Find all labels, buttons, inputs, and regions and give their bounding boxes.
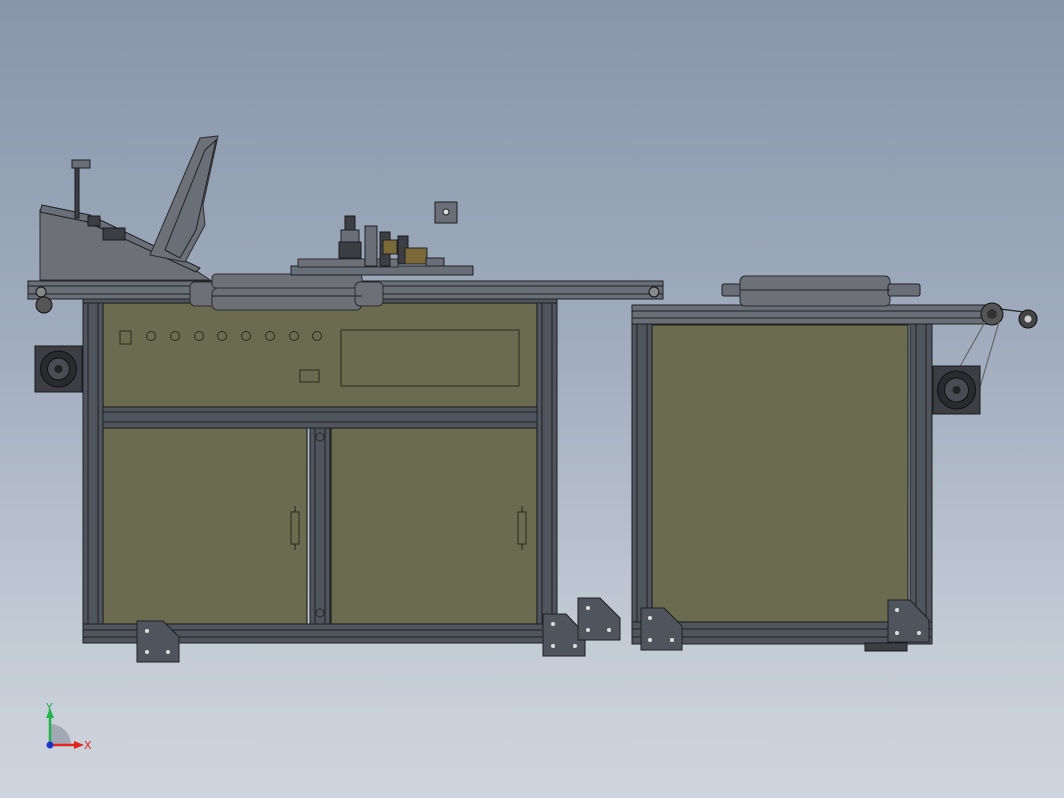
right-cabinet-door <box>330 427 538 625</box>
winding-roller <box>721 275 921 307</box>
feed-rollers <box>189 273 384 311</box>
right-top-rail <box>631 304 998 325</box>
middle-beam <box>102 406 538 429</box>
bracket-loose <box>577 597 621 641</box>
control-panel <box>102 302 538 408</box>
right-left-post <box>631 305 653 645</box>
left-post <box>82 299 104 644</box>
cad-viewport[interactable]: Y X <box>0 0 1064 798</box>
x-axis-label: X <box>84 739 92 752</box>
cutter-assembly <box>290 201 474 276</box>
right-speaker-icon <box>932 365 981 415</box>
z-axis-dot <box>46 741 54 749</box>
feeder-rod <box>74 159 80 219</box>
feeder-unit <box>39 135 219 281</box>
axis-triad: Y X <box>45 701 92 752</box>
right-machine <box>631 275 1038 652</box>
left-speaker-icon <box>34 345 83 393</box>
guide-wheel-icon <box>35 296 53 314</box>
machine-drawing: Y X <box>27 135 1038 752</box>
right-panel <box>651 324 909 623</box>
left-machine <box>27 135 664 663</box>
right-right-post <box>909 305 933 645</box>
center-post <box>309 425 331 625</box>
y-axis-label: Y <box>45 701 53 714</box>
right-post <box>536 299 558 644</box>
left-cabinet-door <box>102 427 308 625</box>
